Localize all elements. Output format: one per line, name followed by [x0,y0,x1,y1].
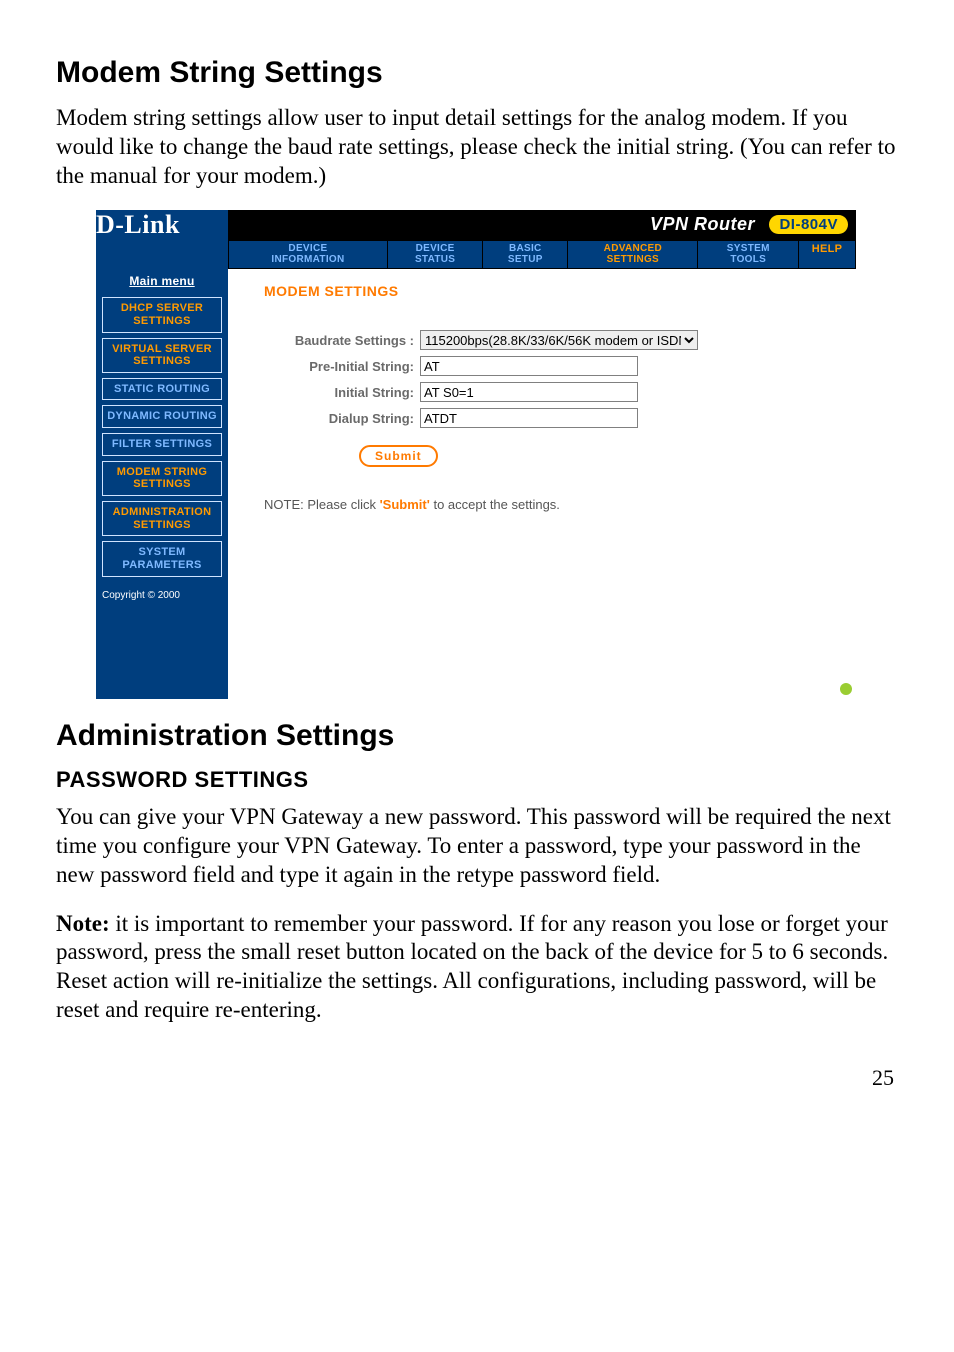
heading-modem-string-settings: Modem String Settings [56,56,904,90]
sidebar-main-menu-label: Main menu [102,272,222,292]
router-header-label: VPN Router [650,214,755,234]
tab-help[interactable]: HELP [799,241,856,269]
sidebar-item-dhcp-server-settings[interactable]: DHCP SERVER SETTINGS [102,297,222,332]
router-model-badge: DI-804V [769,215,848,234]
submit-note-em: 'Submit' [380,497,430,512]
tab-advanced-settings[interactable]: ADVANCED SETTINGS [568,241,698,269]
sidebar: Main menu DHCP SERVER SETTINGS VIRTUAL S… [96,269,228,612]
router-header: VPN Router DI-804V [228,210,856,240]
sidebar-item-dynamic-routing[interactable]: DYNAMIC ROUTING [102,405,222,428]
paragraph-password-note: Note: it is important to remember your p… [56,910,904,1025]
tab-device-status[interactable]: DEVICE STATUS [387,241,482,269]
page-number: 25 [56,1065,904,1091]
sidebar-item-virtual-server-settings[interactable]: VIRTUAL SERVER SETTINGS [102,338,222,373]
corner-indicator-icon [840,683,852,695]
baudrate-label: Baudrate Settings : [264,333,420,348]
heading-password-settings: PASSWORD SETTINGS [56,767,904,793]
baudrate-select[interactable]: 115200bps(28.8K/33/6K/56K modem or ISDN … [420,330,698,350]
paragraph-password: You can give your VPN Gateway a new pass… [56,803,904,889]
tab-device-information[interactable]: DEVICE INFORMATION [229,241,388,269]
sidebar-item-modem-string-settings[interactable]: MODEM STRING SETTINGS [102,461,222,496]
brand-logo: D-Link [96,210,180,239]
sidebar-item-filter-settings[interactable]: FILTER SETTINGS [102,433,222,456]
initial-string-label: Initial String: [264,385,420,400]
dialup-string-label: Dialup String: [264,411,420,426]
pre-initial-string-input[interactable] [420,356,638,376]
sidebar-item-administration-settings[interactable]: ADMINISTRATION SETTINGS [102,501,222,536]
submit-note-pre: NOTE: Please click [264,497,380,512]
note-label: Note: [56,911,110,936]
submit-button[interactable]: Submit [359,445,438,467]
tab-system-tools[interactable]: SYSTEM TOOLS [698,241,799,269]
initial-string-input[interactable] [420,382,638,402]
main-panel: MODEM SETTINGS Baudrate Settings : 11520… [228,269,856,699]
paragraph-modem-intro: Modem string settings allow user to inpu… [56,104,904,190]
router-admin-screenshot: D-Link VPN Router DI-804V DEVICE INFORMA… [96,210,856,699]
tab-basic-setup[interactable]: BASIC SETUP [483,241,568,269]
dialup-string-input[interactable] [420,408,638,428]
pre-initial-string-label: Pre-Initial String: [264,359,420,374]
submit-note: NOTE: Please click 'Submit' to accept th… [264,483,838,526]
top-tab-bar: DEVICE INFORMATION DEVICE STATUS BASIC S… [228,240,856,269]
note-text: it is important to remember your passwor… [56,911,888,1022]
main-title: MODEM SETTINGS [264,283,838,327]
sidebar-item-system-parameters[interactable]: SYSTEM PARAMETERS [102,541,222,576]
submit-note-post: to accept the settings. [430,497,560,512]
sidebar-item-static-routing[interactable]: STATIC ROUTING [102,378,222,401]
sidebar-copyright: Copyright © 2000 [102,582,222,605]
heading-administration-settings: Administration Settings [56,719,904,753]
